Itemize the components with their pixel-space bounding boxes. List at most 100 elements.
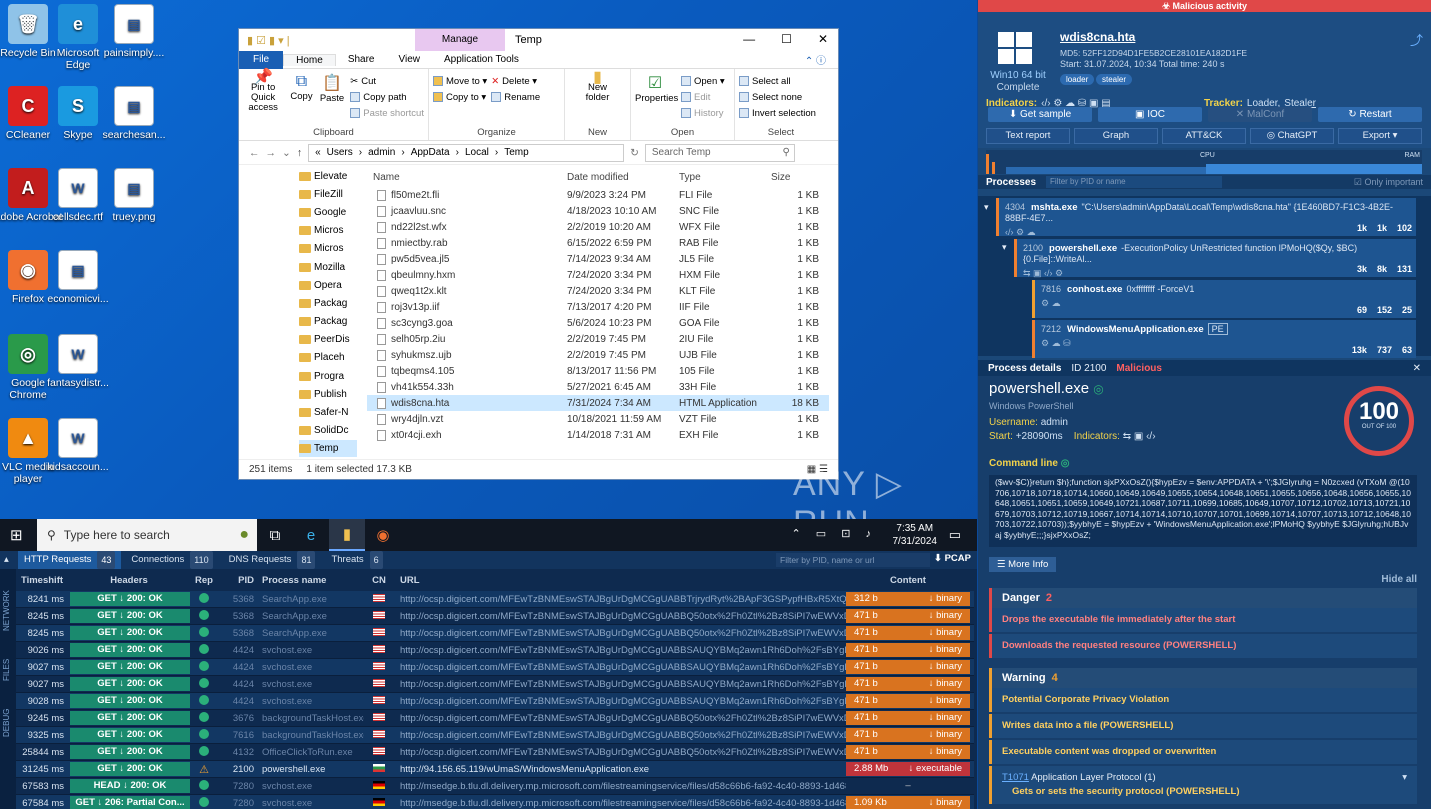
content-badge[interactable]: – bbox=[846, 779, 970, 793]
pcap-button[interactable]: ⬇ PCAP bbox=[934, 553, 971, 564]
task-view-icon[interactable]: ⧉ bbox=[257, 519, 293, 551]
file-row[interactable]: jcaavluu.snc 4/18/2023 10:10 AM SNC File 1 … bbox=[367, 203, 829, 219]
process-filter-input[interactable]: Filter by PID or name bbox=[1046, 176, 1223, 188]
nav-folder[interactable]: Elevate bbox=[299, 167, 357, 185]
invert-selection-button[interactable]: Invert selection bbox=[739, 105, 823, 121]
taskbar-search[interactable]: ⚲ Type here to search ● bbox=[37, 519, 257, 551]
breadcrumb-item[interactable]: admin bbox=[368, 147, 395, 158]
pin-to-quick-access-button[interactable]: 📌 Pin to Quick access bbox=[243, 70, 283, 121]
expand-icon[interactable]: ▾ bbox=[984, 202, 989, 213]
request-url[interactable]: http://ocsp.digicert.com/MFEwTzBNMEswSTA… bbox=[394, 730, 846, 741]
file-row[interactable]: pw5d5vea.jl5 7/14/2023 9:34 AM JL5 File 1 K… bbox=[367, 251, 829, 267]
danger-item[interactable]: Drops the executable file immediately af… bbox=[989, 608, 1417, 632]
content-badge[interactable]: 471 b ↓ binary bbox=[846, 711, 970, 725]
minimize-icon[interactable]: — bbox=[743, 32, 755, 46]
technique-id-link[interactable]: T1071 bbox=[1002, 772, 1029, 783]
expand-icon[interactable]: ▾ bbox=[1402, 771, 1407, 785]
request-url[interactable]: http://msedge.b.tlu.dl.delivery.mp.micro… bbox=[394, 798, 846, 809]
desktop-icon[interactable]: ▤ searchesan... bbox=[99, 86, 169, 141]
nav-folder[interactable]: Publish bbox=[299, 385, 357, 403]
desktop-icon[interactable]: ▤ economicvi... bbox=[43, 250, 113, 305]
network-filter-input[interactable]: Filter by PID, name or url bbox=[776, 553, 930, 567]
file-row[interactable]: roj3v13p.iif 7/13/2017 4:20 PM IIF File 1 K… bbox=[367, 299, 829, 315]
process-node-selected[interactable]: 2100 powershell.exe -ExecutionPolicy UnRes… bbox=[1014, 239, 1416, 278]
network-tab[interactable]: HTTP Requests 43 bbox=[18, 551, 122, 569]
request-row[interactable]: 9027 ms GET ↓ 200: OK 4424 svchost.exe http:… bbox=[16, 676, 974, 693]
file-row[interactable]: tqbeqms4.105 8/13/2017 11:56 PM 105 File 1 … bbox=[367, 363, 829, 379]
attack-button[interactable]: ATT&CK bbox=[1162, 128, 1246, 144]
desktop-icon[interactable]: Wfantasydistr... bbox=[43, 334, 113, 389]
nav-folder[interactable]: Temp bbox=[299, 439, 357, 457]
nav-folder[interactable]: Micros bbox=[299, 240, 357, 258]
expand-icon[interactable]: ▾ bbox=[1002, 242, 1007, 253]
breadcrumb-item[interactable]: Temp bbox=[504, 147, 528, 158]
tab-file[interactable]: File bbox=[239, 50, 284, 69]
file-row[interactable]: qbeulmny.hxm 7/24/2020 3:34 PM HXM File 1 K… bbox=[367, 267, 829, 283]
notification-icon[interactable]: ▭ bbox=[949, 527, 961, 543]
side-tab-debug[interactable]: DEBUG bbox=[2, 709, 11, 737]
request-row[interactable]: 9028 ms GET ↓ 200: OK 4424 svchost.exe http:… bbox=[16, 693, 974, 710]
content-badge[interactable]: 471 b ↓ binary bbox=[846, 643, 970, 657]
request-row[interactable]: 67583 ms HEAD ↓ 200: OK 7280 svchost.exe htt… bbox=[16, 778, 974, 795]
content-badge[interactable]: 2.88 Mb ↓ executable bbox=[846, 762, 970, 776]
content-badge[interactable]: 312 b ↓ binary bbox=[846, 592, 970, 606]
request-headers[interactable]: GET ↓ 200: OK bbox=[70, 626, 190, 640]
file-row[interactable]: fl50me2t.fli 9/9/2023 3:24 PM FLI File 1 KB bbox=[367, 187, 829, 203]
text-report-button[interactable]: Text report bbox=[986, 128, 1070, 144]
nav-folder[interactable]: Progra bbox=[299, 367, 357, 385]
move-to-button[interactable]: Move to ▾ bbox=[433, 73, 487, 89]
tab-view[interactable]: View bbox=[387, 54, 433, 65]
request-headers[interactable]: GET ↓ 200: OK bbox=[70, 609, 190, 623]
copy-to-button[interactable]: Copy to ▾ bbox=[433, 89, 487, 105]
manage-tab[interactable]: Manage bbox=[415, 29, 505, 51]
request-headers[interactable]: GET ↓ 200: OK bbox=[70, 592, 190, 606]
request-row[interactable]: 31245 ms GET ↓ 200: OK ⚠ 2100 powershell.exe… bbox=[16, 761, 974, 778]
copy-button[interactable]: ⧉ Copy bbox=[289, 73, 314, 121]
tab-share[interactable]: Share bbox=[336, 54, 387, 65]
network-tab[interactable]: Threats 6 bbox=[325, 551, 388, 569]
file-row[interactable]: wdis8cna.hta 7/31/2024 7:34 AM HTML Applic… bbox=[367, 395, 829, 411]
search-input[interactable]: Search Temp ⚲ bbox=[644, 143, 795, 162]
breadcrumb-item[interactable]: « bbox=[315, 147, 321, 158]
request-row[interactable]: 67584 ms GET ↓ 206: Partial Con... 7280 svc… bbox=[16, 795, 974, 809]
tab-application-tools[interactable]: Application Tools bbox=[432, 54, 531, 65]
content-badge[interactable]: 471 b ↓ binary bbox=[846, 660, 970, 674]
close-details-icon[interactable]: ✕ bbox=[1413, 363, 1421, 374]
ioc-button[interactable]: ▣ IOC bbox=[1098, 107, 1202, 122]
request-url[interactable]: http://ocsp.digicert.com/MFEwTzBNMEswSTA… bbox=[394, 628, 846, 639]
request-url[interactable]: http://ocsp.digicert.com/MFEwTzBNMEswSTA… bbox=[394, 679, 846, 690]
only-important-toggle[interactable]: ☑ Only important bbox=[1354, 177, 1423, 188]
file-row[interactable]: vh41k554.33h 5/27/2021 6:45 AM 33H File 1 K… bbox=[367, 379, 829, 395]
breadcrumb-item[interactable]: › bbox=[456, 147, 459, 158]
file-row[interactable]: sc3cyng3.goa 5/6/2024 10:23 PM GOA File 1 K… bbox=[367, 315, 829, 331]
content-badge[interactable]: 471 b ↓ binary bbox=[846, 677, 970, 691]
desktop-icon[interactable]: ▤ painsimply.... bbox=[99, 4, 169, 59]
process-node[interactable]: 7816 conhost.exe 0xffffffff -ForceV1 ⚙ ☁ 6… bbox=[1032, 280, 1416, 318]
breadcrumb-item[interactable]: Users bbox=[327, 147, 353, 158]
content-badge[interactable]: 471 b ↓ binary bbox=[846, 609, 970, 623]
process-node[interactable]: 4304 mshta.exe "C:\Users\admin\AppData\Loc… bbox=[996, 198, 1416, 237]
edge-icon[interactable]: e bbox=[293, 519, 329, 551]
open-button[interactable]: Open ▾ bbox=[681, 73, 725, 89]
request-url[interactable]: http://ocsp.digicert.com/MFEwTzBNMEswSTA… bbox=[394, 645, 846, 656]
file-row[interactable]: selh05rp.2iu 2/2/2019 7:45 PM 2IU File 1 KB bbox=[367, 331, 829, 347]
quick-access-toolbar-icon[interactable]: ▮ ☑ ▮ ▾ | bbox=[247, 34, 307, 47]
content-badge[interactable]: 471 b ↓ binary bbox=[846, 745, 970, 759]
nav-folder[interactable]: PeerDis bbox=[299, 331, 357, 349]
request-url[interactable]: http://ocsp.digicert.com/MFEwTzBNMEswSTA… bbox=[394, 747, 846, 758]
request-headers[interactable]: GET ↓ 200: OK bbox=[70, 745, 190, 759]
tag-stealer[interactable]: stealer bbox=[1096, 74, 1133, 85]
edit-button[interactable]: Edit bbox=[681, 89, 725, 105]
help-icon[interactable]: ⌃ ⓘ bbox=[793, 52, 838, 67]
cut-button[interactable]: ✂ Cut bbox=[350, 73, 424, 89]
request-url[interactable]: http://ocsp.digicert.com/MFEwTzBNMEswSTA… bbox=[394, 611, 846, 622]
technique-item[interactable]: T1071 Application Layer Protocol (1) ▾ G… bbox=[989, 766, 1417, 804]
process-node[interactable]: 7212 WindowsMenuApplication.exe PE ⚙ ☁ ⛁ 1… bbox=[1032, 320, 1416, 358]
close-icon[interactable]: ✕ bbox=[818, 32, 828, 46]
danger-item[interactable]: Downloads the requested resource (POWERS… bbox=[989, 634, 1417, 658]
nav-folder[interactable]: Opera bbox=[299, 276, 357, 294]
content-badge[interactable]: 1.09 Kb ↓ binary bbox=[846, 796, 970, 809]
request-url[interactable]: http://ocsp.digicert.com/MFEwTzBNMEswSTA… bbox=[394, 594, 846, 605]
request-row[interactable]: 8245 ms GET ↓ 200: OK 5368 SearchApp.exe htt… bbox=[16, 608, 974, 625]
danger-section[interactable]: Danger 2 bbox=[989, 588, 1417, 608]
